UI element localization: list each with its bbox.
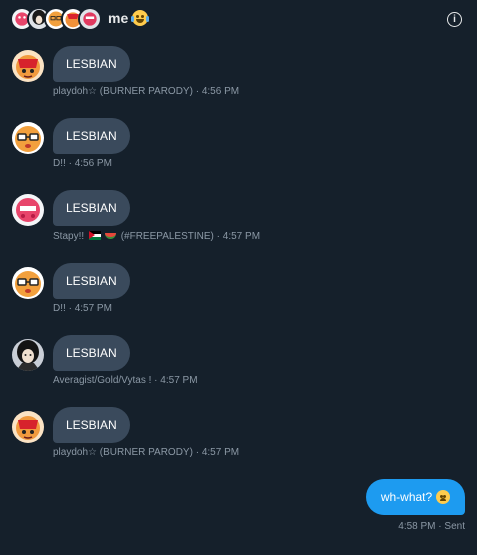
outgoing-message-meta: 4:58 PM · Sent	[398, 521, 465, 532]
palestine-flag-icon	[88, 231, 101, 240]
message-time: 4:56 PM	[201, 86, 240, 97]
message-text: LESBIAN	[66, 418, 117, 432]
message-bubble[interactable]: LESBIAN	[53, 335, 130, 371]
outgoing-time: 4:58 PM	[398, 521, 436, 532]
message-bubble[interactable]: LESBIAN	[53, 46, 130, 82]
message-bubble[interactable]: LESBIAN	[53, 190, 130, 226]
author-name: Stapy!!	[53, 231, 85, 242]
message-time: 4:56 PM	[74, 158, 112, 169]
message-meta: playdoh☆ (BURNER PARODY) · 4:56 PM	[53, 86, 239, 97]
message-text: LESBIAN	[66, 57, 117, 71]
meta-separator: ·	[68, 158, 72, 169]
conversation-title[interactable]: me	[108, 10, 150, 26]
red-bear-avatar[interactable]	[12, 411, 44, 443]
meta-separator: ·	[216, 231, 220, 242]
message-bubble[interactable]: LESBIAN	[53, 263, 130, 299]
message-bubble[interactable]: LESBIAN	[53, 407, 130, 443]
message-time: 4:57 PM	[222, 231, 261, 242]
message-bubble[interactable]: LESBIAN	[53, 118, 130, 154]
outgoing-message-text: wh-what?	[380, 490, 433, 504]
delivery-status: Sent	[444, 521, 465, 532]
meta-separator: ·	[438, 521, 442, 532]
dark-hair-avatar[interactable]	[12, 339, 44, 371]
message-author[interactable]: playdoh☆ (BURNER PARODY)	[53, 447, 193, 458]
message-time: 4:57 PM	[201, 447, 240, 458]
pink-character-avatar	[78, 7, 102, 31]
author-tag: (#FREEPALESTINE)	[120, 231, 214, 242]
message-text: LESBIAN	[66, 201, 117, 215]
message-time: 4:57 PM	[160, 375, 198, 386]
message-meta: playdoh☆ (BURNER PARODY) · 4:57 PM	[53, 447, 239, 458]
glasses-avatar[interactable]	[12, 267, 44, 299]
red-bear-avatar[interactable]	[12, 50, 44, 82]
message-text: LESBIAN	[66, 346, 117, 360]
message-meta: D!! · 4:57 PM	[53, 303, 112, 314]
worried-face-emoji	[436, 490, 451, 504]
message-author[interactable]: playdoh☆ (BURNER PARODY)	[53, 86, 193, 97]
message-author[interactable]: D!!	[53, 303, 66, 314]
meta-separator: ·	[154, 375, 158, 386]
pink-blob-avatar[interactable]	[12, 194, 44, 226]
message-author[interactable]: D!!	[53, 158, 66, 169]
glasses-avatar[interactable]	[12, 122, 44, 154]
outgoing-message-bubble[interactable]: wh-what?	[366, 479, 465, 515]
message-time: 4:57 PM	[74, 303, 112, 314]
meta-separator: ·	[68, 303, 72, 314]
message-meta: Stapy!! (#FREEPALESTINE) · 4:57 PM	[53, 231, 260, 242]
watermelon-icon	[104, 233, 116, 239]
info-icon[interactable]: i	[447, 12, 462, 27]
conversation-title-text: me	[108, 10, 129, 26]
message-meta: Averagist/Gold/Vytas ! · 4:57 PM	[53, 375, 198, 386]
meta-separator: ·	[195, 447, 200, 458]
group-avatars[interactable]	[10, 7, 102, 31]
message-text: LESBIAN	[66, 274, 117, 288]
message-meta: D!! · 4:56 PM	[53, 158, 112, 169]
conversation-header: me i	[0, 0, 477, 38]
message-text: LESBIAN	[66, 129, 117, 143]
meta-separator: ·	[195, 86, 200, 97]
tears-of-joy-emoji	[131, 10, 150, 26]
message-author[interactable]: Stapy!! (#FREEPALESTINE)	[53, 231, 214, 242]
message-author[interactable]: Averagist/Gold/Vytas !	[53, 375, 151, 386]
